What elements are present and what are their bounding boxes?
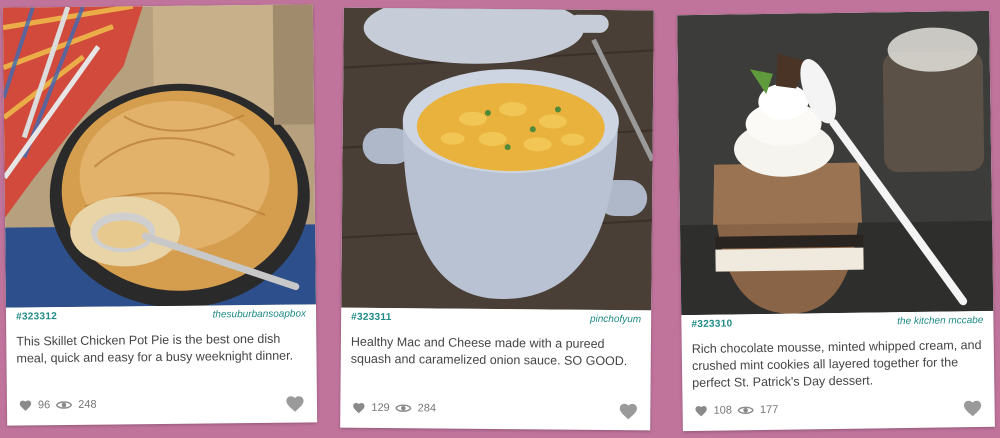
eye-icon	[56, 401, 73, 409]
pin-meta: #323312 thesuburbansoapbox	[16, 308, 306, 322]
heart-icon	[19, 400, 32, 411]
save-heart-button[interactable]	[618, 402, 638, 420]
pin-card[interactable]: #323311 pinchofyum Healthy Mac and Chees…	[340, 7, 654, 431]
like-count: 129	[371, 401, 390, 415]
like-count: 96	[37, 399, 51, 412]
pin-photo-chicken-pot-pie[interactable]	[2, 4, 316, 308]
pin-meta: #323311 pinchofyum	[351, 312, 641, 326]
save-heart-button[interactable]	[285, 394, 305, 412]
pin-stats: 108 177	[695, 403, 779, 417]
pin-source[interactable]: the kitchen mccabe	[897, 315, 983, 327]
pin-meta: #323310 the kitchen mccabe	[691, 315, 983, 330]
view-count: 177	[759, 403, 779, 417]
pin-photo-mac-and-cheese[interactable]	[341, 7, 654, 311]
pin-source[interactable]: thesuburbansoapbox	[213, 308, 307, 320]
pin-stats: 96 248	[19, 399, 97, 412]
eye-icon	[737, 406, 755, 414]
heart-icon	[695, 405, 707, 417]
pin-card[interactable]: #323312 thesuburbansoapbox This Skillet …	[2, 4, 318, 426]
pin-id[interactable]: #323312	[16, 311, 57, 322]
pin-description: Rich chocolate mousse, minted whipped cr…	[691, 337, 982, 391]
pin-description: This Skillet Chicken Pot Pie is the best…	[16, 331, 294, 366]
save-heart-button[interactable]	[963, 399, 983, 417]
heart-icon	[353, 402, 365, 414]
like-count: 108	[713, 404, 733, 417]
view-count: 248	[78, 398, 97, 411]
pin-id[interactable]: #323310	[691, 318, 732, 330]
pin-id[interactable]: #323311	[351, 312, 392, 323]
view-count: 284	[417, 402, 437, 415]
eye-icon	[395, 404, 412, 412]
pin-card[interactable]: #323310 the kitchen mccabe Rich chocolat…	[677, 10, 995, 432]
pin-photo-chocolate-mousse[interactable]	[677, 10, 994, 316]
pin-stats: 129 284	[352, 401, 437, 415]
pin-source[interactable]: pinchofyum	[590, 314, 641, 325]
pin-description: Healthy Mac and Cheese made with a puree…	[350, 334, 628, 369]
